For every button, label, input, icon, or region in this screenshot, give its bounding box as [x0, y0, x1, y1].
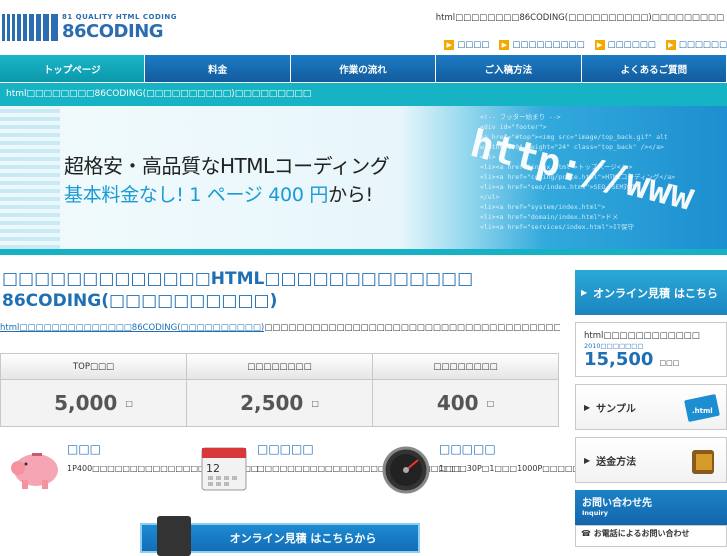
- nav-item-faq[interactable]: よくあるご質問: [581, 55, 727, 82]
- site-tagline: html□□□□□□□□86CODING(□□□□□□□□□□)□□□□□□□□…: [435, 13, 724, 23]
- nav-item-price[interactable]: 料金: [145, 55, 291, 82]
- calculator-icon: [157, 516, 191, 556]
- intro-text: html□□□□□□□□□□□□□□86CODING(□□□□□□□□□□)□□…: [0, 323, 560, 333]
- price-table: TOP□□□ 5,000 □ □□□□□□□□ 2,500 □ □□□□□□□□ 4…: [0, 353, 559, 427]
- nav-item-flow[interactable]: 作業の流れ: [290, 55, 437, 82]
- top-link-4[interactable]: ▶ □□□□□□: [665, 40, 727, 50]
- sidebar-online-estimate[interactable]: ▶ オンライン見積 はこちら: [575, 270, 727, 315]
- page-title: □□□□□□□□□□□□□HTML□□□□□□□□□□□□□ 86CODING(…: [2, 269, 474, 311]
- arrow-right-icon: ▶: [581, 288, 588, 297]
- logo-mark-icon: [2, 13, 58, 41]
- arrow-right-icon: ▶: [584, 455, 591, 465]
- sidebar-sample-link[interactable]: ▶ サンプル .html: [575, 384, 727, 430]
- arrow-right-icon: ▶: [584, 402, 591, 412]
- hero-banner: <!-- フッター始まり --> <div id="footer"> <a href…: [0, 106, 727, 249]
- arrow-right-icon: ▶: [594, 40, 605, 50]
- phone-contact: ☎ お電話によるお問い合わせ: [575, 525, 727, 547]
- arrow-right-icon: ▶: [444, 40, 455, 50]
- feature-schedule: 12 □□□□□ □□□□□□□□□□□□□□□□□□□□□□□□□□□: [190, 442, 461, 496]
- logo-name: 86CODING: [62, 20, 164, 42]
- top-link-3[interactable]: ▶ □□□□□□: [594, 40, 656, 50]
- nav-item-top[interactable]: トップページ: [0, 55, 146, 82]
- site-header: 81 QUALITY HTML CODING 86CODING html□□□□…: [0, 0, 727, 54]
- banner-subline: 基本料金なし! 1 ページ 400 円から!: [64, 184, 373, 206]
- html-file-icon: .html: [684, 394, 720, 422]
- svg-text:.html: .html: [692, 407, 713, 415]
- sidebar: ▶ オンライン見積 はこちら html□□□□□□□□□□□□ 2010□□□□…: [575, 270, 727, 547]
- calendar-icon: 12: [201, 447, 247, 491]
- contact-header: お問い合わせ先 Inquiry: [575, 490, 727, 525]
- speedometer-icon: [382, 446, 430, 494]
- feature-speed: □□□□□ 1□□□30P□1□□□1000P□□□□□□□□□□□□: [372, 442, 633, 496]
- phone-icon: ☎: [581, 529, 591, 538]
- site-logo[interactable]: 81 QUALITY HTML CODING 86CODING: [2, 12, 177, 42]
- price-column: □□□□□□□□ 2,500 □: [187, 354, 373, 426]
- top-link-1[interactable]: ▶ □□□□: [444, 40, 489, 50]
- piggy-bank-icon: [11, 453, 58, 489]
- features: □□□ 1P400□□□□□□□□□□□□□□□□□□□□□□ 12 □□□□□…: [0, 442, 633, 499]
- banner-headline: 超格安・高品質なHTMLコーディング: [64, 154, 390, 178]
- main-content: □□□□□□□□□□□□□HTML□□□□□□□□□□□□□ 86CODING(…: [0, 268, 633, 556]
- price-column: □□□□□□□□ 400 □: [373, 354, 558, 426]
- arrow-right-icon: ▶: [665, 40, 676, 50]
- intro-link[interactable]: html□□□□□□□□□□□□□□86CODING(□□□□□□□□□□): [0, 323, 264, 333]
- sidebar-payment-link[interactable]: ▶ 送金方法: [575, 437, 727, 483]
- price-column: TOP□□□ 5,000 □: [1, 354, 187, 426]
- top-links: ▶ □□□□ ▶ □□□□□□□□□ ▶ □□□□□□ ▶ □□□□□□: [444, 40, 727, 50]
- breadcrumb: html□□□□□□□□86CODING(□□□□□□□□□□)□□□□□□□□…: [0, 83, 727, 106]
- feature-cheap: □□□ 1P400□□□□□□□□□□□□□□□□□□□□□□: [0, 442, 258, 496]
- wallet-icon: [692, 450, 714, 474]
- svg-text:12: 12: [206, 462, 220, 475]
- arrow-right-icon: ▶: [499, 40, 510, 50]
- main-nav: トップページ 料金 作業の流れ ご入稿方法 よくあるご質問: [0, 55, 727, 82]
- nav-item-submission[interactable]: ご入稿方法: [436, 55, 582, 82]
- coding-count-box: html□□□□□□□□□□□□ 2010□□□□□□□ 15,500 □□□: [575, 322, 727, 377]
- top-link-2[interactable]: ▶ □□□□□□□□□: [499, 40, 585, 50]
